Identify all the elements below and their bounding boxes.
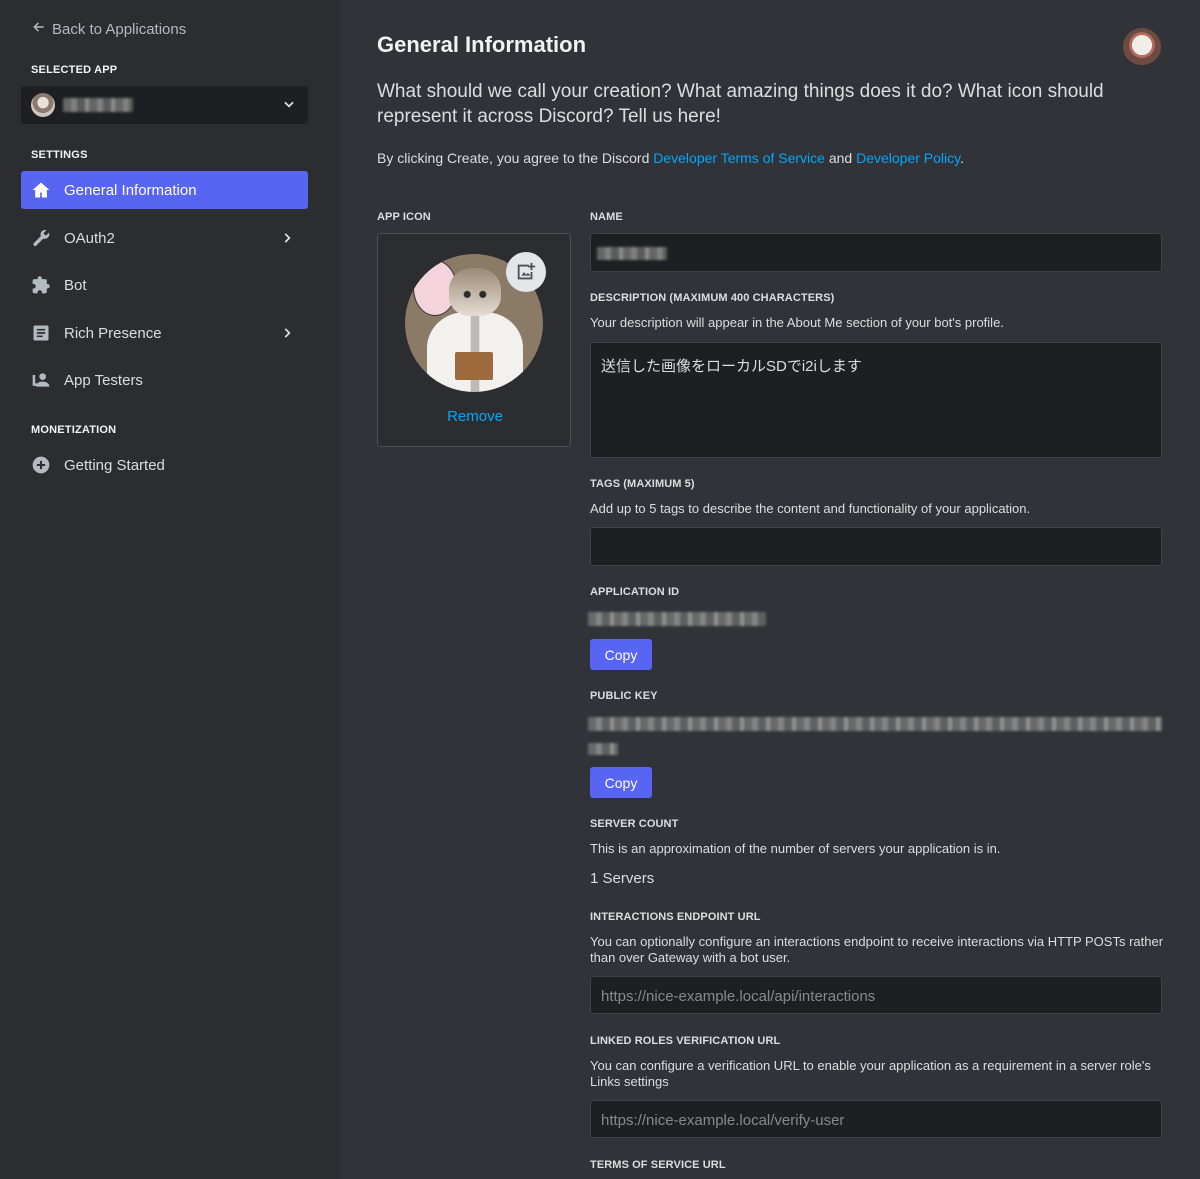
chevron-right-icon — [284, 328, 291, 338]
plus-circle-icon — [31, 455, 51, 475]
clipboard — [455, 352, 493, 380]
copy-public-key-button[interactable]: Copy — [590, 767, 652, 798]
app-icon-label: APP ICON — [377, 211, 431, 223]
tags-field[interactable] — [590, 527, 1162, 566]
app-avatar — [31, 93, 55, 117]
description-value: 送信した画像をローカルSDでi2iします — [601, 358, 862, 375]
monetization-heading: MONETIZATION — [31, 424, 117, 436]
chevron-right-icon — [284, 233, 291, 243]
intro-text: What should we call your creation? What … — [377, 81, 1104, 127]
back-label: Back to Applications — [52, 20, 187, 38]
arrow-left-icon — [32, 20, 46, 38]
name-label: NAME — [590, 211, 623, 223]
developer-policy-link[interactable]: Developer Policy — [856, 150, 960, 166]
linked-roles-placeholder: https://nice-example.local/verify-user — [601, 1112, 845, 1129]
user-tester-icon — [31, 370, 51, 390]
sidebar-item-getting-started[interactable]: Getting Started — [21, 446, 308, 484]
description-field[interactable]: 送信した画像をローカルSDでi2iします — [590, 342, 1162, 458]
selected-app-heading: SELECTED APP — [31, 64, 118, 76]
sidebar-item-label: OAuth2 — [64, 229, 115, 247]
tags-help: Add up to 5 tags to describe the content… — [590, 501, 1031, 516]
app-selector[interactable] — [21, 86, 308, 124]
copy-application-id-button[interactable]: Copy — [590, 639, 652, 670]
server-count-help: This is an approximation of the number o… — [590, 841, 1001, 856]
sidebar-item-label: App Testers — [64, 371, 143, 389]
description-label: DESCRIPTION (MAXIMUM 400 CHARACTERS) — [590, 292, 835, 304]
settings-heading: SETTINGS — [31, 149, 88, 161]
sidebar-item-general-information[interactable]: General Information — [21, 171, 308, 209]
interactions-endpoint-placeholder: https://nice-example.local/api/interacti… — [601, 988, 876, 1005]
cat-head — [449, 268, 501, 316]
linked-roles-field[interactable]: https://nice-example.local/verify-user — [590, 1100, 1162, 1138]
add-image-icon — [517, 262, 536, 280]
app-name-redacted — [63, 98, 133, 112]
sidebar-item-app-testers[interactable]: App Testers — [21, 361, 308, 399]
upload-image-button[interactable] — [506, 252, 546, 292]
name-value-redacted — [597, 247, 667, 260]
server-count-label: SERVER COUNT — [590, 818, 679, 830]
sidebar-item-bot[interactable]: Bot — [21, 266, 308, 304]
page-title: General Information — [377, 32, 587, 57]
application-id-redacted — [588, 612, 766, 626]
agreement-suffix: . — [960, 150, 964, 166]
linked-roles-label: LINKED ROLES VERIFICATION URL — [590, 1035, 781, 1047]
interactions-endpoint-label: INTERACTIONS ENDPOINT URL — [590, 911, 761, 923]
public-key-redacted-tail — [588, 743, 618, 755]
back-to-applications-link[interactable]: Back to Applications — [32, 20, 186, 38]
puzzle-icon — [31, 275, 51, 295]
avatar[interactable] — [1123, 28, 1161, 66]
name-field[interactable] — [590, 233, 1162, 272]
sidebar-item-rich-presence[interactable]: Rich Presence — [21, 314, 308, 352]
description-help: Your description will appear in the Abou… — [590, 315, 1004, 330]
public-key-label: PUBLIC KEY — [590, 690, 658, 702]
terms-of-service-label: TERMS OF SERVICE URL — [590, 1159, 726, 1171]
agreement-text: By clicking Create, you agree to the Dis… — [377, 150, 964, 166]
interactions-endpoint-help: You can optionally configure an interact… — [590, 934, 1164, 965]
remove-icon-link[interactable]: Remove — [378, 408, 572, 425]
sidebar-item-oauth2[interactable]: OAuth2 — [21, 219, 308, 257]
sidebar-item-label: Rich Presence — [64, 324, 162, 342]
main-content: General Information What should we call … — [340, 0, 1200, 1179]
linked-roles-help: You can configure a verification URL to … — [590, 1058, 1151, 1089]
sidebar: Back to Applications SELECTED APP SETTIN… — [0, 0, 340, 1179]
chevron-down-icon — [284, 101, 294, 108]
tags-label: TAGS (MAXIMUM 5) — [590, 478, 695, 490]
agreement-mid: and — [824, 150, 857, 166]
sidebar-item-label: Getting Started — [64, 456, 165, 474]
app-icon-box: Remove — [377, 233, 571, 447]
server-count-value: 1 Servers — [590, 870, 655, 887]
agreement-prefix: By clicking Create, you agree to the Dis… — [377, 150, 654, 166]
home-icon — [31, 180, 51, 200]
public-key-redacted — [588, 717, 1162, 731]
sidebar-item-label: Bot — [64, 276, 87, 294]
wrench-icon — [31, 228, 51, 248]
developer-terms-link[interactable]: Developer Terms of Service — [653, 150, 825, 166]
interactions-endpoint-field[interactable]: https://nice-example.local/api/interacti… — [590, 976, 1162, 1014]
sidebar-item-label: General Information — [64, 181, 197, 199]
document-icon — [31, 323, 51, 343]
application-id-label: APPLICATION ID — [590, 586, 680, 598]
